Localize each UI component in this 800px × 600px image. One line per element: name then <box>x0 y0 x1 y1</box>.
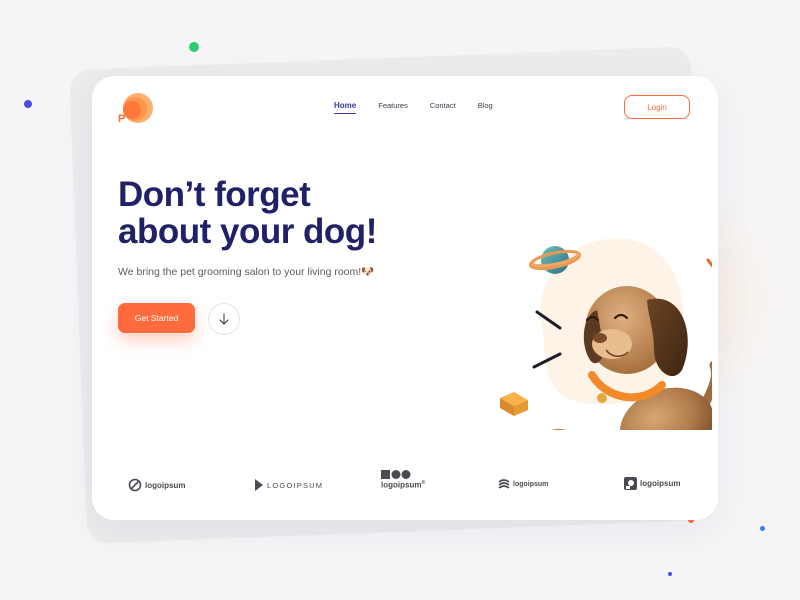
dog-illustration <box>500 238 712 430</box>
page-title: Don’t forget about your dog! <box>118 176 438 250</box>
decor-dot-navy <box>668 572 672 576</box>
nav-blog[interactable]: Blog <box>478 101 493 110</box>
logo-letter: P <box>118 113 125 125</box>
partner-logo-5: logoipsum <box>624 477 680 490</box>
scroll-down-button[interactable] <box>208 303 240 335</box>
headline-line-1: Don’t forget <box>118 175 311 214</box>
partner-logo-1: logoipsum <box>128 478 185 492</box>
partner-logo-3: logoipsum® <box>381 470 425 490</box>
nav-features[interactable]: Features <box>378 101 408 110</box>
nav-contact[interactable]: Contact <box>430 101 456 110</box>
triangle-mark-icon <box>255 479 263 491</box>
square-o-icon <box>624 477 637 490</box>
landing-card: P Home Features Contact Blog Login Don’t… <box>92 76 718 520</box>
decor-dot-blue <box>760 526 765 531</box>
slashed-circle-icon <box>128 478 142 492</box>
cube-icon <box>500 392 528 416</box>
partner-logos: logoipsum LOGOIPSUM logoipsum® logoipsum <box>128 468 688 508</box>
partner-logo-4: logoipsum <box>498 478 548 490</box>
partner-name-3: logoipsum® <box>381 480 426 490</box>
decor-dot-green <box>189 42 199 52</box>
partner-name-1: logoipsum <box>145 480 186 490</box>
spring-icon <box>706 258 712 268</box>
login-button[interactable]: Login <box>624 95 690 119</box>
partner-name-5: logoipsum <box>640 479 681 488</box>
square-circles-icon <box>381 470 411 479</box>
headline-line-2: about your dog! <box>118 212 377 251</box>
logo-icon: P <box>118 93 153 125</box>
partner-name-4: logoipsum <box>513 480 549 488</box>
partner-logo-2: LOGOIPSUM <box>254 478 323 492</box>
stack-icon <box>498 479 510 489</box>
decor-dot-purple <box>24 100 32 108</box>
nav-home[interactable]: Home <box>334 101 357 114</box>
brand-logo[interactable]: P <box>116 92 154 126</box>
arrow-down-icon <box>219 313 229 325</box>
hero-subtitle: We bring the pet grooming salon to your … <box>118 266 375 278</box>
partner-name-2: LOGOIPSUM <box>267 480 324 490</box>
main-nav: Home Features Contact Blog <box>334 101 515 114</box>
get-started-button[interactable]: Get Started <box>118 303 195 333</box>
